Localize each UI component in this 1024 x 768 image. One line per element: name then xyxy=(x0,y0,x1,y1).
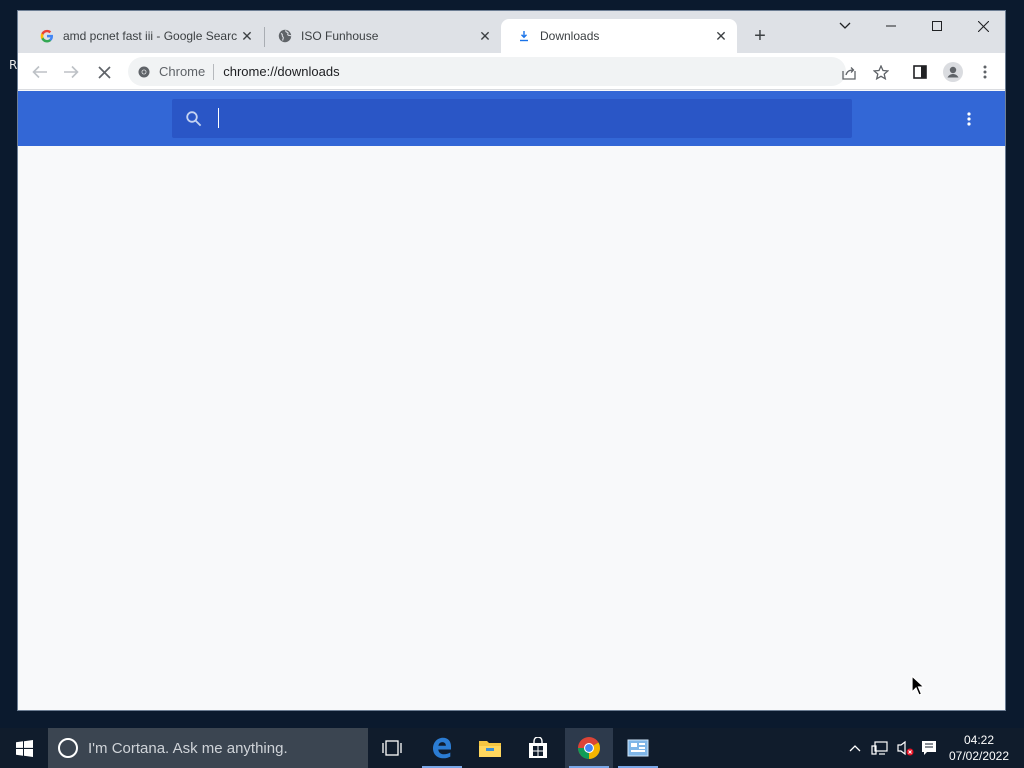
download-icon xyxy=(516,28,532,44)
tab-close-icon[interactable]: ✕ xyxy=(713,28,729,44)
cortana-placeholder: I'm Cortana. Ask me anything. xyxy=(88,739,288,757)
tab-close-icon[interactable]: ✕ xyxy=(477,28,493,44)
notification-icon xyxy=(922,741,936,755)
tray-overflow-button[interactable] xyxy=(844,728,866,768)
forward-arrow-icon xyxy=(64,65,79,79)
folder-icon xyxy=(479,741,501,757)
share-icon xyxy=(842,66,856,80)
profile-button[interactable] xyxy=(940,59,966,85)
downloads-search-bar[interactable] xyxy=(172,99,852,138)
url-text[interactable]: chrome://downloads xyxy=(223,64,339,79)
back-button[interactable] xyxy=(27,59,53,85)
volume-button[interactable] xyxy=(893,728,917,768)
chrome-icon xyxy=(578,737,600,759)
chrome-site-icon xyxy=(138,66,150,77)
network-icon xyxy=(871,741,888,755)
tab-title: Downloads xyxy=(540,29,600,43)
cortana-icon xyxy=(58,738,78,758)
minimize-button[interactable] xyxy=(868,11,914,41)
clock-date: 07/02/2022 xyxy=(948,749,1010,763)
tab-downloads[interactable]: Downloads ✕ xyxy=(501,19,737,53)
tab-title: amd pcnet fast iii - Google Searc xyxy=(63,29,238,43)
tab-iso-funhouse[interactable]: ISO Funhouse ✕ xyxy=(256,19,501,53)
volume-muted-icon xyxy=(897,740,914,756)
edge-icon xyxy=(433,737,451,759)
site-info-chip[interactable]: Chrome xyxy=(138,64,205,79)
kebab-menu-icon xyxy=(983,65,987,79)
downloads-more-button[interactable] xyxy=(959,109,979,129)
system-window-icon xyxy=(627,739,649,757)
windows-taskbar: I'm Cortana. Ask me anything. 04:22 07/0… xyxy=(0,728,1024,768)
mouse-cursor-icon xyxy=(911,675,925,696)
omnibox-divider xyxy=(213,63,215,80)
google-icon xyxy=(39,28,55,44)
globe-icon xyxy=(277,28,293,44)
omnibox[interactable]: Chrome chrome://downloads xyxy=(128,57,846,86)
tab-title: ISO Funhouse xyxy=(301,29,379,43)
tab-google-search[interactable]: amd pcnet fast iii - Google Searc ✕ xyxy=(18,19,263,53)
search-icon xyxy=(186,110,202,126)
maximize-icon xyxy=(932,21,942,31)
cortana-search-box[interactable]: I'm Cortana. Ask me anything. xyxy=(48,728,368,768)
tab-search-button[interactable] xyxy=(822,11,868,41)
downloads-header xyxy=(18,91,1005,146)
network-button[interactable] xyxy=(868,728,892,768)
chevron-down-icon xyxy=(839,22,851,29)
clock-time: 04:22 xyxy=(963,733,995,747)
minimize-icon xyxy=(886,25,896,27)
action-center-button[interactable] xyxy=(917,728,941,768)
more-vert-icon xyxy=(967,112,971,126)
stop-icon xyxy=(97,65,111,79)
chrome-window: amd pcnet fast iii - Google Searc ✕ ISO … xyxy=(17,10,1006,711)
taskbar-chrome[interactable] xyxy=(565,728,613,768)
side-panel-icon xyxy=(913,65,927,79)
store-icon xyxy=(529,737,547,758)
task-view-button[interactable] xyxy=(370,728,414,768)
share-button[interactable] xyxy=(836,59,862,85)
taskbar-app-window[interactable] xyxy=(614,728,662,768)
chrome-menu-button[interactable] xyxy=(972,59,998,85)
stop-loading-button[interactable] xyxy=(91,59,117,85)
browser-toolbar: Chrome chrome://downloads xyxy=(18,53,1005,90)
star-icon xyxy=(873,64,889,80)
forward-button[interactable] xyxy=(58,59,84,85)
downloads-search-input[interactable] xyxy=(213,107,813,130)
new-tab-button[interactable]: + xyxy=(749,25,771,47)
taskbar-edge[interactable] xyxy=(418,728,466,768)
close-window-button[interactable] xyxy=(960,11,1006,41)
chevron-up-icon xyxy=(849,745,861,752)
avatar xyxy=(943,62,963,82)
site-chip-label: Chrome xyxy=(159,64,206,79)
bookmark-button[interactable] xyxy=(868,59,894,85)
back-arrow-icon xyxy=(32,65,47,79)
maximize-button[interactable] xyxy=(914,11,960,41)
tab-close-icon[interactable]: ✕ xyxy=(239,28,255,44)
side-panel-button[interactable] xyxy=(907,59,933,85)
windows-logo-icon xyxy=(15,739,33,757)
start-button[interactable] xyxy=(0,728,48,768)
close-icon xyxy=(977,20,989,32)
downloads-list-area xyxy=(18,146,1005,710)
tab-strip: amd pcnet fast iii - Google Searc ✕ ISO … xyxy=(18,11,1005,53)
task-view-icon xyxy=(382,740,402,756)
taskbar-clock[interactable]: 04:22 07/02/2022 xyxy=(944,732,1014,764)
taskbar-store[interactable] xyxy=(514,728,562,768)
taskbar-file-explorer[interactable] xyxy=(466,728,514,768)
text-caret xyxy=(218,108,219,128)
